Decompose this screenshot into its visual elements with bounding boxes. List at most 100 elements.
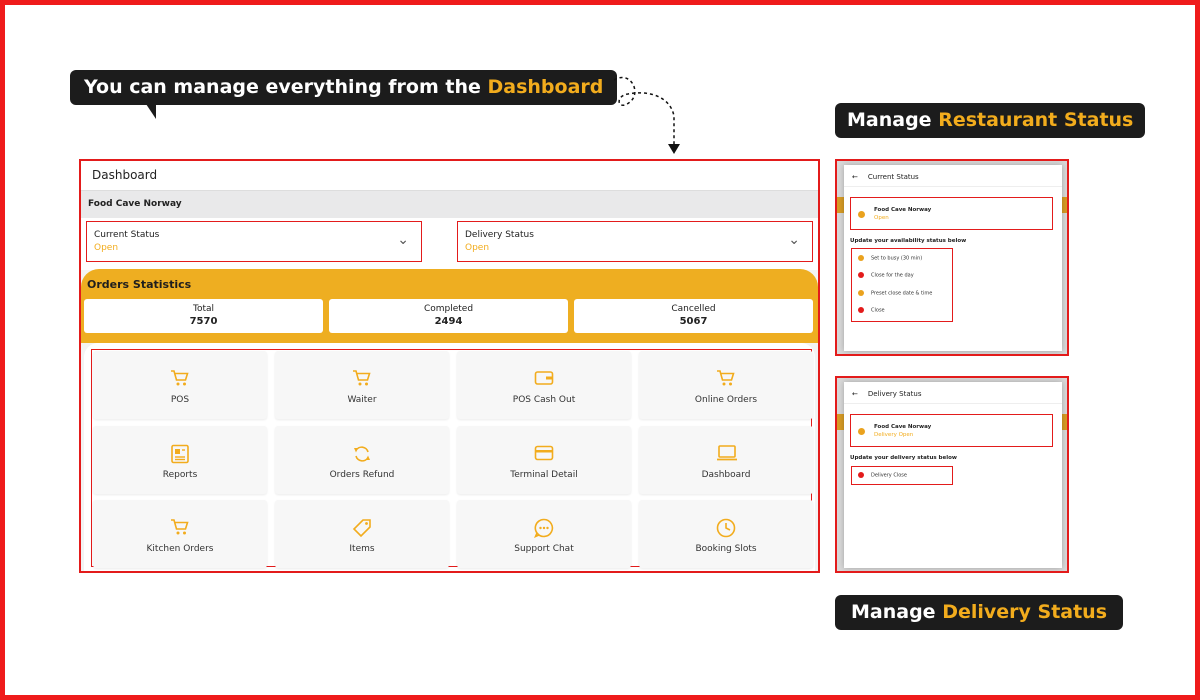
tile-label: Terminal Detail: [510, 470, 578, 480]
restaurant-status-mock: ← Current Status Food Cave Norway Open Up…: [835, 159, 1069, 356]
status-dot: [858, 472, 864, 478]
current-status-sheet: ← Current Status Food Cave Norway Open Up…: [844, 165, 1062, 351]
chat-icon: [534, 518, 554, 538]
tile-pos[interactable]: POS: [93, 351, 267, 419]
option-label: Preset close date & time: [871, 290, 933, 297]
option-delivery-close[interactable]: Delivery Close: [858, 472, 907, 479]
tile-waiter[interactable]: Waiter: [275, 351, 449, 419]
report-icon: [171, 444, 189, 464]
tile-items[interactable]: Items: [275, 500, 449, 568]
dashboard-title: Dashboard: [81, 161, 818, 191]
dashed-arrow-icon: [613, 76, 680, 154]
stat-cancelled: Cancelled 5067: [574, 299, 813, 333]
back-arrow-icon[interactable]: ←: [852, 390, 858, 398]
status-dot: [858, 307, 864, 313]
chevron-down-icon: ⌄: [397, 232, 409, 248]
option-close[interactable]: Close: [858, 307, 885, 314]
tile-label: Online Orders: [694, 395, 758, 405]
callout-text: You can manage everything from the: [84, 76, 488, 98]
tile-label: Items: [349, 544, 375, 554]
tile-label: Reports: [162, 470, 198, 480]
delivery-heading: Update your delivery status below: [850, 455, 957, 461]
stat-label: Completed: [423, 304, 474, 314]
option-label: Close for the day: [871, 272, 914, 279]
restaurant-status-callout: Manage Restaurant Status: [835, 103, 1146, 138]
clock-icon: [716, 518, 736, 538]
status-dot: [858, 211, 865, 218]
tile-support-chat[interactable]: Support Chat: [457, 500, 631, 568]
tile-label: Waiter: [347, 395, 377, 405]
tile-kitchen-orders[interactable]: Kitchen Orders: [93, 500, 267, 568]
stat-label: Total: [192, 304, 215, 314]
cart-icon: [171, 519, 189, 535]
dashboard-panel: Dashboard Food Cave Norway Current Statu…: [79, 159, 820, 573]
tile-label: Support Chat: [514, 544, 574, 554]
stat-label: Cancelled: [671, 304, 716, 314]
callout-tail: [146, 104, 156, 119]
delivery-status-value: Open: [465, 243, 490, 253]
option-busy[interactable]: Set to busy (30 min): [858, 255, 922, 262]
option-close-day[interactable]: Close for the day: [858, 272, 914, 279]
tile-orders-refund[interactable]: Orders Refund: [275, 426, 449, 494]
sheet-header: ← Delivery Status: [844, 382, 1062, 404]
tile-online-orders[interactable]: Online Orders: [639, 351, 813, 419]
current-status-dropdown[interactable]: Current Status Open ⌄: [86, 221, 422, 262]
sheet-header: ← Current Status: [844, 165, 1062, 187]
option-preset-close[interactable]: Preset close date & time: [858, 290, 932, 297]
tile-label: POS Cash Out: [512, 395, 576, 405]
restaurant-name: Food Cave Norway: [874, 207, 932, 213]
refresh-icon: [354, 446, 370, 462]
tile-label: Dashboard: [701, 470, 751, 480]
card-icon: [534, 445, 554, 461]
delivery-status-dropdown[interactable]: Delivery Status Open ⌄: [457, 221, 813, 262]
status-dot: [858, 272, 864, 278]
tile-pos-cash-out[interactable]: POS Cash Out: [457, 351, 631, 419]
tile-dashboard[interactable]: Dashboard: [639, 426, 813, 494]
wallet-icon: [534, 371, 554, 385]
tile-label: Kitchen Orders: [146, 544, 214, 554]
cart-icon: [353, 370, 371, 386]
stat-value: 5067: [679, 316, 708, 327]
tile-reports[interactable]: Reports: [93, 426, 267, 494]
callout-highlight: Dashboard: [487, 76, 604, 98]
delivery-status: Delivery Open: [874, 432, 914, 438]
callout-highlight: Delivery Status: [942, 601, 1108, 623]
availability-heading: Update your availability status below: [850, 238, 967, 244]
sheet-title: Current Status: [867, 173, 919, 181]
option-label: Delivery Close: [871, 472, 907, 479]
chevron-down-icon: ⌄: [788, 232, 800, 248]
current-status-value: Open: [94, 243, 119, 253]
delivery-status-callout: Manage Delivery Status: [835, 595, 1124, 630]
current-status-label: Current Status: [94, 230, 160, 240]
sheet-title: Delivery Status: [867, 390, 922, 398]
orders-statistics: Orders Statistics Total 7570 Completed 2…: [81, 269, 818, 343]
tile-label: Orders Refund: [329, 470, 395, 480]
delivery-status-mock: ← Delivery Status Food Cave Norway Delive…: [835, 376, 1069, 573]
callout-text: Manage: [851, 601, 943, 623]
restaurant-status: Open: [874, 215, 889, 221]
tile-label: POS: [170, 395, 190, 405]
dashboard-callout: You can manage everything from the Dashb…: [70, 70, 618, 119]
status-dot: [858, 290, 864, 296]
laptop-icon: [717, 445, 737, 461]
delivery-status-card: Food Cave Norway Delivery Open: [850, 414, 1053, 447]
cart-icon: [717, 370, 735, 386]
status-dot: [858, 428, 865, 435]
restaurant-name: Food Cave Norway: [874, 424, 932, 430]
cart-icon: [171, 370, 189, 386]
option-label: Set to busy (30 min): [871, 255, 923, 262]
delivery-status-sheet: ← Delivery Status Food Cave Norway Delive…: [844, 382, 1062, 568]
delivery-options: Delivery Close: [851, 466, 953, 485]
tile-terminal-detail[interactable]: Terminal Detail: [457, 426, 631, 494]
back-arrow-icon[interactable]: ←: [852, 173, 858, 181]
stat-value: 2494: [434, 316, 463, 327]
option-label: Close: [871, 307, 885, 314]
tile-label: Booking Slots: [695, 544, 757, 554]
restaurant-name: Food Cave Norway: [81, 191, 818, 218]
tile-booking-slots[interactable]: Booking Slots: [639, 500, 813, 568]
delivery-status-label: Delivery Status: [465, 230, 534, 240]
callout-highlight: Restaurant Status: [938, 109, 1134, 131]
restaurant-status-card: Food Cave Norway Open: [850, 197, 1053, 230]
callout-text: Manage: [847, 109, 939, 131]
availability-options: Set to busy (30 min) Close for the day P…: [851, 248, 953, 322]
